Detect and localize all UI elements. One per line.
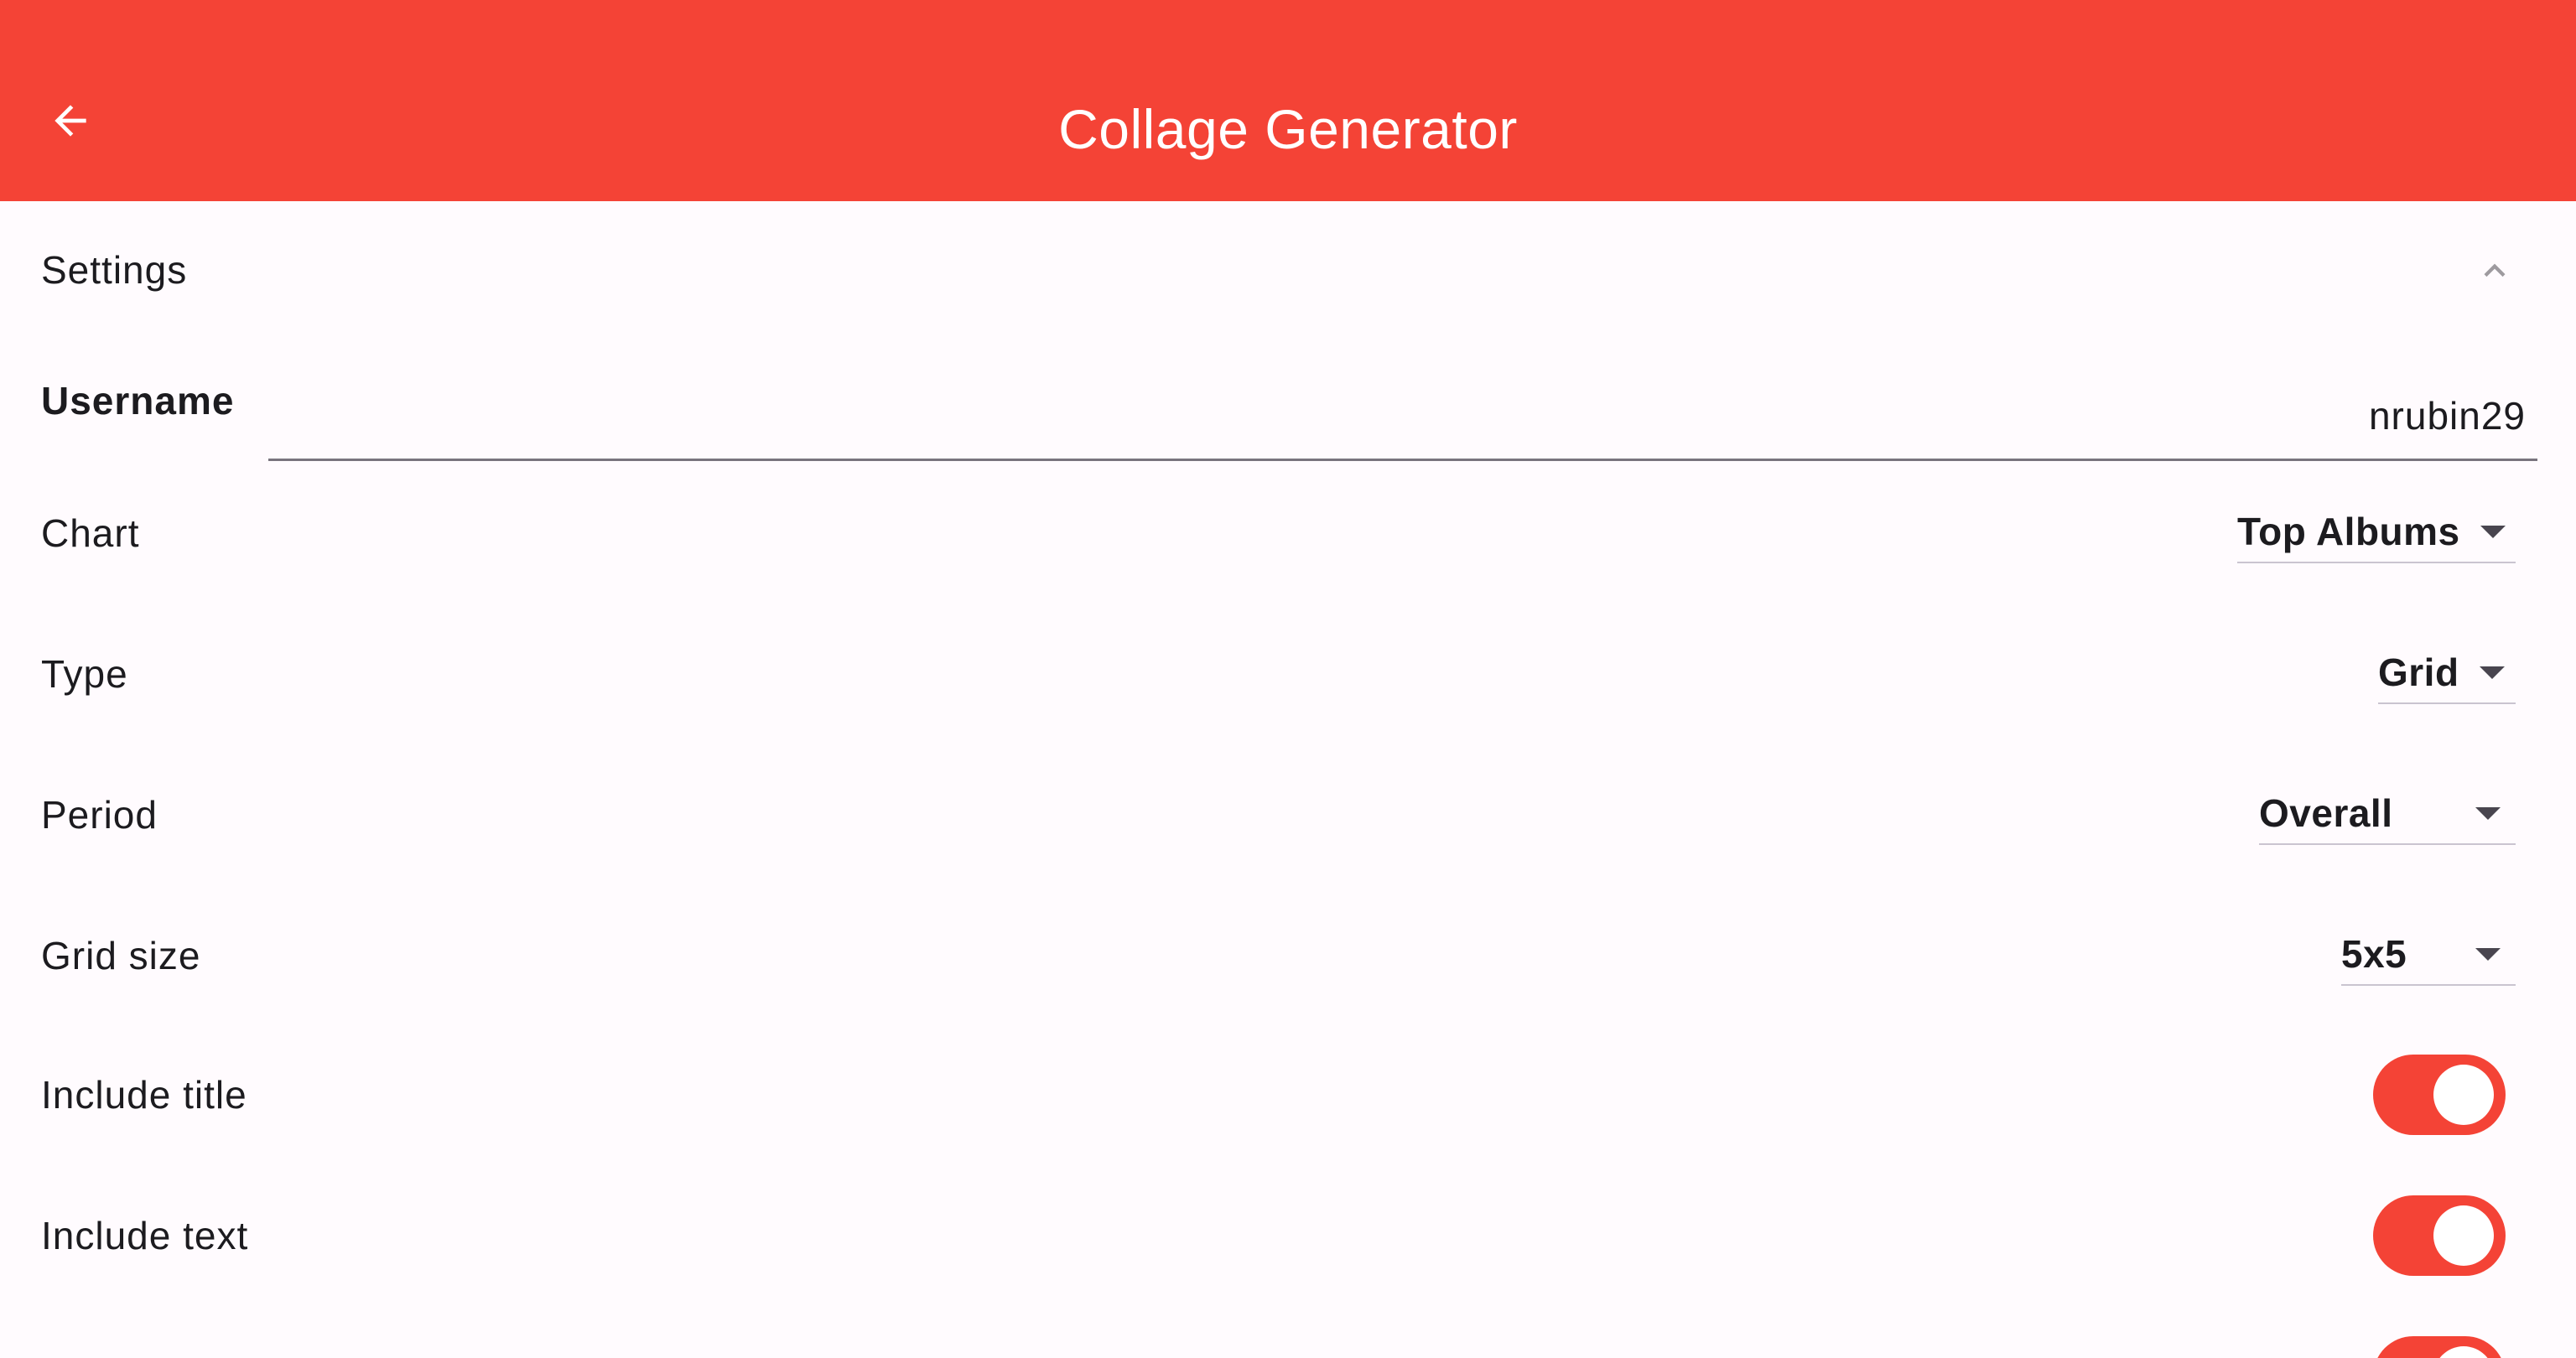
dropdown-arrow-icon — [2480, 525, 2506, 538]
grid-size-label: Grid size — [41, 934, 201, 977]
settings-panel: Settings Username Chart Top Albums Type … — [0, 201, 2576, 1358]
switch-knob — [2433, 1346, 2494, 1358]
include-title-switch[interactable] — [2373, 1055, 2506, 1135]
username-label: Username — [41, 379, 235, 422]
dropdown-arrow-icon — [2475, 806, 2501, 820]
page-title: Collage Generator — [1058, 98, 1518, 160]
period-label: Period — [41, 793, 158, 837]
include-text-label: Include text — [41, 1214, 249, 1257]
period-dropdown-value: Overall — [2259, 791, 2393, 835]
username-input[interactable] — [268, 377, 2537, 461]
partial-switch[interactable] — [2373, 1336, 2506, 1358]
app-bar: Collage Generator — [0, 0, 2576, 201]
chart-label: Chart — [41, 511, 140, 555]
switch-knob — [2433, 1205, 2494, 1266]
period-dropdown[interactable]: Overall — [2259, 783, 2516, 845]
switch-knob — [2433, 1065, 2494, 1125]
grid-size-dropdown[interactable]: 5x5 — [2341, 924, 2516, 986]
chevron-up-icon — [2484, 263, 2506, 277]
include-text-switch[interactable] — [2373, 1195, 2506, 1276]
settings-section-title: Settings — [41, 248, 188, 292]
grid-size-dropdown-value: 5x5 — [2341, 932, 2407, 976]
type-dropdown-value: Grid — [2378, 650, 2459, 694]
type-label: Type — [41, 652, 128, 696]
chart-dropdown[interactable]: Top Albums — [2237, 501, 2516, 563]
type-dropdown[interactable]: Grid — [2378, 642, 2516, 704]
settings-section-header[interactable]: Settings — [0, 201, 2576, 340]
include-title-label: Include title — [41, 1073, 247, 1117]
dropdown-arrow-icon — [2479, 666, 2505, 679]
dropdown-arrow-icon — [2475, 947, 2501, 961]
chart-dropdown-value: Top Albums — [2237, 510, 2460, 553]
